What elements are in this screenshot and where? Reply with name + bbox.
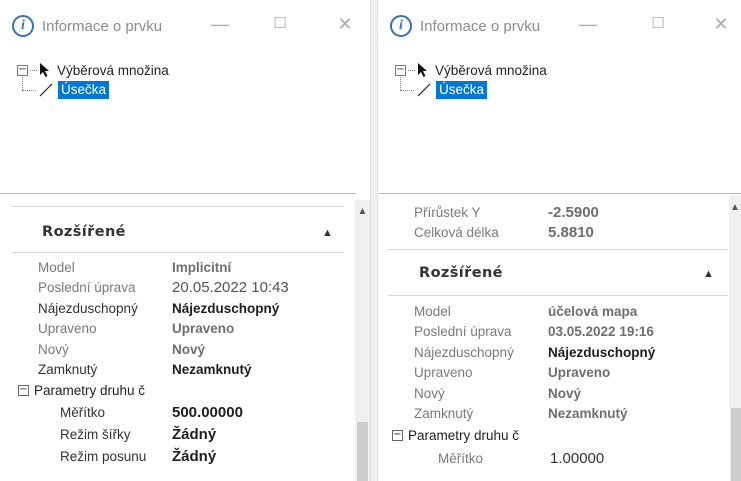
close-button[interactable]: ✕	[333, 14, 357, 34]
collapse-icon[interactable]: −	[395, 64, 406, 76]
collapse-chevron-icon[interactable]: ▲	[322, 227, 333, 239]
property-row[interactable]: Zamknutý Nezamknutý	[414, 404, 655, 425]
property-row[interactable]: Poslední úprava 03.05.2022 19:16	[414, 322, 655, 343]
panel-separator	[378, 193, 741, 194]
scroll-up-icon[interactable]: ▲	[729, 202, 741, 213]
line-icon	[39, 83, 53, 97]
window-title: Informace o prvku	[420, 17, 541, 35]
selection-tree: − Výběrová množina Úsečka	[17, 60, 169, 100]
collapse-icon[interactable]: −	[392, 429, 403, 441]
property-row[interactable]: Režim posunu Žádný	[60, 445, 243, 467]
tree-root[interactable]: − Výběrová množina	[17, 60, 169, 80]
collapse-chevron-icon[interactable]: ▲	[703, 268, 714, 280]
section-bottom-line	[12, 252, 344, 253]
property-row[interactable]: Zamknutý Nezamknutý	[38, 360, 289, 381]
section-header-extended[interactable]: Rozšířené	[419, 265, 503, 281]
property-grid: Model Implicitní Poslední úprava 20.05.202…	[38, 257, 289, 380]
property-subgrid: Měřítko 500.00000 Režim šířky Žádný Režim …	[60, 401, 243, 467]
cursor-icon	[418, 62, 427, 77]
titlebar: i Informace o prvku — ☐ ✕	[0, 0, 370, 52]
pane-divider[interactable]	[370, 0, 378, 481]
property-row[interactable]: Upraveno Upraveno	[414, 363, 655, 384]
tree-root[interactable]: − Výběrová množina	[395, 60, 547, 80]
vertical-scrollbar[interactable]: ▲	[729, 196, 741, 481]
maximize-button[interactable]: ☐	[268, 14, 292, 34]
property-row[interactable]: Režim šířky Žádný	[60, 423, 243, 445]
property-row[interactable]: Poslední úprava 20.05.2022 10:43	[38, 278, 289, 299]
minimize-button[interactable]: —	[576, 14, 600, 34]
property-group-header[interactable]: − Parametry druhu č	[18, 380, 145, 401]
scroll-thumb[interactable]	[731, 408, 741, 481]
close-button[interactable]: ✕	[709, 14, 733, 34]
tree-root-label: Výběrová množina	[57, 62, 169, 78]
panel-separator	[0, 193, 356, 194]
collapse-icon[interactable]: −	[17, 64, 28, 76]
property-row[interactable]: Měřítko 500.00000	[60, 401, 243, 423]
minimize-button[interactable]: —	[208, 14, 232, 34]
property-row[interactable]: Nový Nový	[38, 339, 289, 360]
property-row[interactable]: Model Implicitní	[38, 257, 289, 278]
property-row[interactable]: Přírůstek Y -2.5900	[414, 202, 599, 223]
section-top-line	[388, 249, 728, 250]
info-icon: i	[12, 15, 34, 37]
section-title: Rozšířené	[419, 265, 503, 281]
section-top-line	[12, 206, 344, 207]
tree-child[interactable]: Úsečka	[395, 80, 547, 100]
section-bottom-line	[388, 295, 728, 296]
tree-root-label: Výběrová množina	[435, 62, 547, 78]
property-row[interactable]: Celková délka 5.8810	[414, 223, 599, 244]
property-group: − Parametry druhu č	[18, 380, 145, 401]
section-header-extended[interactable]: Rozšířené	[42, 224, 126, 240]
window-title: Informace o prvku	[42, 17, 163, 35]
tree-child-label: Úsečka	[58, 81, 110, 99]
info-icon: i	[390, 15, 412, 37]
property-row[interactable]: Upraveno Upraveno	[38, 319, 289, 340]
scroll-up-icon[interactable]: ▲	[355, 206, 370, 217]
tree-child-label: Úsečka	[436, 81, 488, 99]
property-grid-top: Přírůstek Y -2.5900 Celková délka 5.8810	[414, 202, 599, 243]
scroll-thumb[interactable]	[357, 422, 368, 481]
right-panel: i Informace o prvku — ☐ ✕ − Výběrová mno…	[378, 0, 741, 481]
tree-child[interactable]: Úsečka	[17, 80, 169, 100]
property-row[interactable]: Model účelová mapa	[414, 301, 655, 322]
property-grid: Model účelová mapa Poslední úprava 03.05.2…	[414, 301, 655, 424]
line-icon	[417, 83, 431, 97]
property-row[interactable]: Nájezduschopný Nájezduschopný	[414, 342, 655, 363]
property-subgrid: Měřítko 1.00000	[438, 447, 604, 469]
cursor-icon	[40, 62, 49, 77]
property-row[interactable]: Nájezduschopný Nájezduschopný	[38, 298, 289, 319]
section-title: Rozšířené	[42, 224, 126, 240]
left-panel: i Informace o prvku — ☐ ✕ − Výběrová mno…	[0, 0, 370, 481]
collapse-icon[interactable]: −	[18, 384, 29, 396]
maximize-button[interactable]: ☐	[646, 14, 670, 34]
vertical-scrollbar[interactable]: ▲	[355, 200, 370, 481]
titlebar: i Informace o prvku — ☐ ✕	[378, 0, 741, 52]
property-group: − Parametry druhu č	[392, 425, 519, 446]
property-row[interactable]: Nový Nový	[414, 383, 655, 404]
selection-tree: − Výběrová množina Úsečka	[395, 60, 547, 100]
property-group-header[interactable]: − Parametry druhu č	[392, 425, 519, 446]
property-row[interactable]: Měřítko 1.00000	[438, 447, 604, 469]
